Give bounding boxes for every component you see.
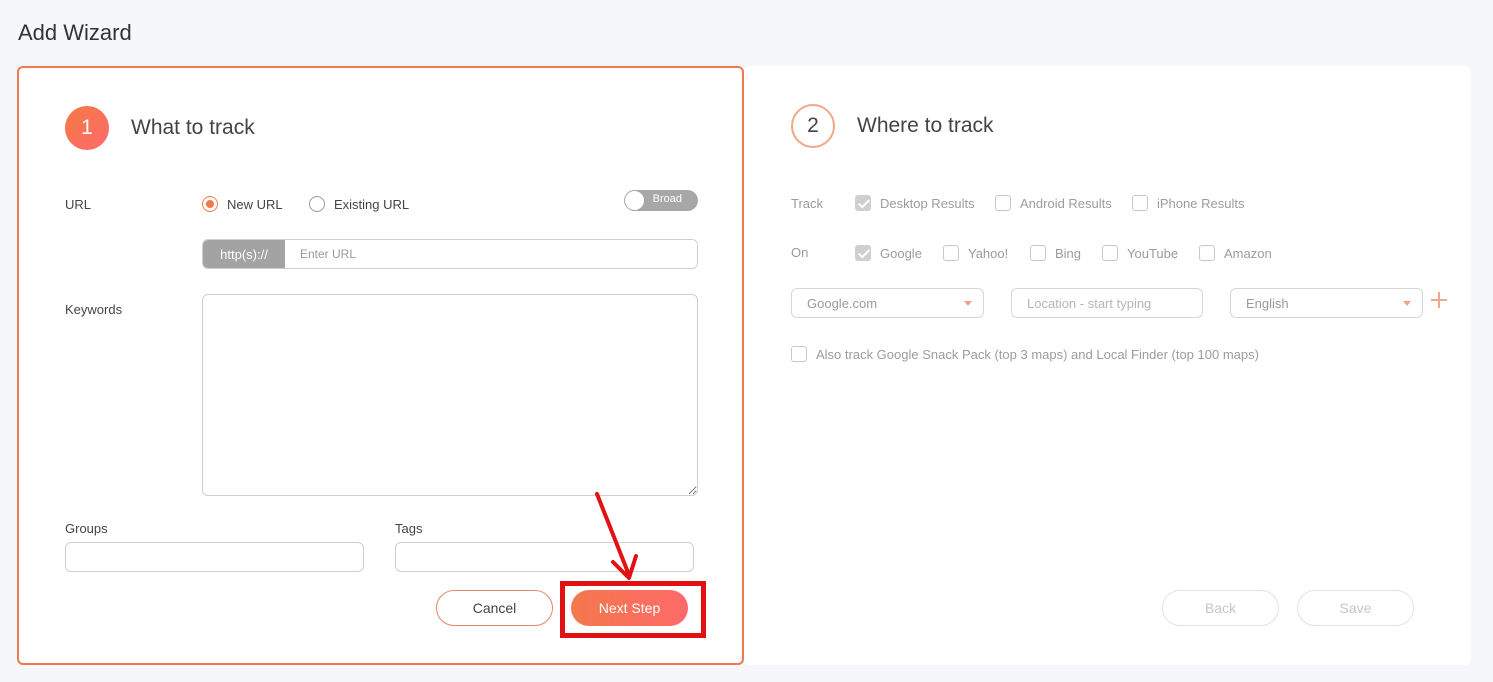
radio-checked-icon bbox=[202, 196, 218, 212]
broad-toggle[interactable]: Broad bbox=[624, 190, 698, 211]
on-label: On bbox=[791, 245, 809, 260]
existing-url-label: Existing URL bbox=[334, 196, 410, 212]
search-engine-select[interactable]: Google.com bbox=[791, 288, 984, 318]
desktop-results-checkbox[interactable]: Desktop Results bbox=[855, 195, 975, 211]
add-plus-icon[interactable] bbox=[1431, 292, 1447, 308]
search-engine-value: Google.com bbox=[807, 295, 878, 311]
checkbox-checked-icon bbox=[855, 245, 871, 261]
bing-checkbox[interactable]: Bing bbox=[1030, 245, 1081, 261]
step-title-what-to-track: What to track bbox=[131, 116, 255, 139]
toggle-label: Broad bbox=[652, 193, 682, 205]
yahoo-checkbox[interactable]: Yahoo! bbox=[943, 245, 1008, 261]
step-number-1: 1 bbox=[65, 106, 109, 150]
existing-url-radio[interactable]: Existing URL bbox=[309, 196, 409, 212]
caret-down-icon bbox=[1403, 301, 1411, 306]
location-placeholder: Location - start typing bbox=[1027, 295, 1152, 311]
checkbox-unchecked-icon bbox=[1199, 245, 1215, 261]
checkbox-unchecked-icon bbox=[995, 195, 1011, 211]
yahoo-label: Yahoo! bbox=[968, 245, 1009, 261]
groups-input[interactable] bbox=[65, 542, 364, 572]
keywords-textarea[interactable] bbox=[202, 294, 698, 496]
google-label: Google bbox=[880, 245, 922, 261]
groups-label: Groups bbox=[65, 521, 108, 536]
android-results-checkbox[interactable]: Android Results bbox=[995, 195, 1112, 211]
snack-pack-checkbox[interactable]: Also track Google Snack Pack (top 3 maps… bbox=[791, 346, 1259, 362]
checkbox-unchecked-icon bbox=[1102, 245, 1118, 261]
save-button[interactable]: Save bbox=[1297, 590, 1414, 626]
location-input[interactable]: Location - start typing bbox=[1011, 288, 1203, 318]
google-checkbox[interactable]: Google bbox=[855, 245, 922, 261]
iphone-results-checkbox[interactable]: iPhone Results bbox=[1132, 195, 1244, 211]
url-prefix: http(s):// bbox=[203, 240, 285, 268]
checkbox-unchecked-icon bbox=[1030, 245, 1046, 261]
checkbox-unchecked-icon bbox=[1132, 195, 1148, 211]
youtube-checkbox[interactable]: YouTube bbox=[1102, 245, 1178, 261]
keywords-label: Keywords bbox=[65, 302, 123, 317]
new-url-radio[interactable]: New URL bbox=[202, 196, 283, 212]
caret-down-icon bbox=[964, 301, 972, 306]
desktop-results-label: Desktop Results bbox=[880, 195, 975, 211]
tags-input[interactable] bbox=[395, 542, 694, 572]
url-label: URL bbox=[65, 197, 92, 212]
track-label: Track bbox=[791, 196, 824, 211]
cancel-button[interactable]: Cancel bbox=[436, 590, 553, 626]
url-input[interactable] bbox=[285, 240, 697, 268]
language-select[interactable]: English bbox=[1230, 288, 1423, 318]
url-input-group: http(s):// bbox=[202, 239, 698, 269]
amazon-checkbox[interactable]: Amazon bbox=[1199, 245, 1272, 261]
checkbox-checked-icon bbox=[855, 195, 871, 211]
checkbox-unchecked-icon bbox=[791, 346, 807, 362]
step-what-to-track-panel: 1 What to track URL New URL Existing URL… bbox=[17, 66, 744, 665]
amazon-label: Amazon bbox=[1224, 245, 1272, 261]
tags-label: Tags bbox=[395, 521, 423, 536]
new-url-label: New URL bbox=[227, 196, 283, 212]
iphone-results-label: iPhone Results bbox=[1157, 195, 1245, 211]
step-where-to-track-panel: 2 Where to track Track Desktop Results A… bbox=[744, 66, 1471, 665]
checkbox-unchecked-icon bbox=[943, 245, 959, 261]
back-button[interactable]: Back bbox=[1162, 590, 1279, 626]
android-results-label: Android Results bbox=[1020, 195, 1112, 211]
toggle-knob bbox=[625, 191, 644, 210]
snack-pack-label: Also track Google Snack Pack (top 3 maps… bbox=[816, 346, 1259, 362]
step-title-where-to-track: Where to track bbox=[857, 114, 994, 137]
youtube-label: YouTube bbox=[1127, 245, 1179, 261]
radio-unchecked-icon bbox=[309, 196, 325, 212]
page-title: Add Wizard bbox=[18, 20, 132, 45]
bing-label: Bing bbox=[1055, 245, 1082, 261]
step-number-2: 2 bbox=[791, 104, 835, 148]
next-step-button[interactable]: Next Step bbox=[571, 590, 688, 626]
language-value: English bbox=[1246, 295, 1289, 311]
